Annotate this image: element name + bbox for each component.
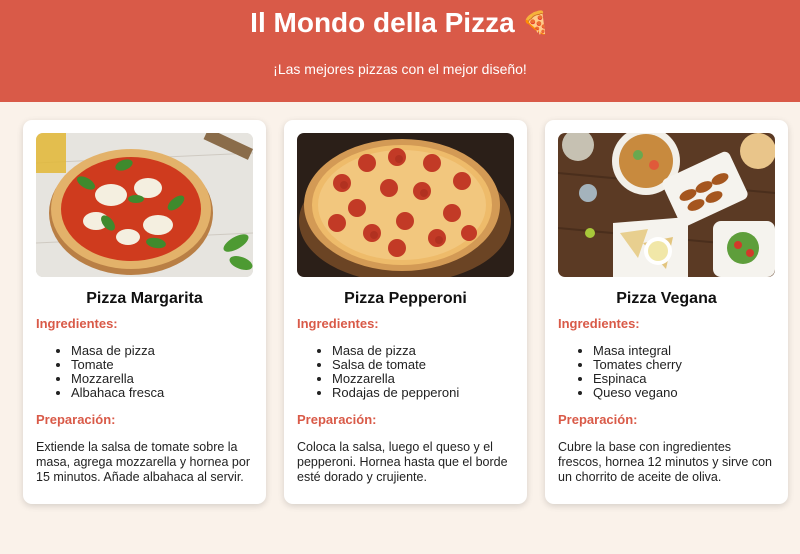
pizza-card: Pizza Pepperoni Ingredientes: Masa de pi… (284, 120, 527, 504)
page-subtitle: ¡Las mejores pizzas con el mejor diseño! (273, 61, 527, 77)
margherita-pizza-photo (36, 133, 253, 277)
ingredients-label: Ingredientes: (36, 316, 118, 331)
pizza-card: Pizza Margarita Ingredientes: Masa de pi… (23, 120, 266, 504)
page-header: Il Mondo della Pizza 🍕 ¡Las mejores pizz… (0, 0, 800, 102)
list-item: Masa de pizza (71, 344, 253, 358)
ingredients-list: Masa de pizza Tomate Mozzarella Albahaca… (36, 344, 253, 400)
preparation-label: Preparación: (36, 412, 116, 427)
ingredients-list: Masa integral Tomates cherry Espinaca Qu… (558, 344, 775, 400)
list-item: Masa integral (593, 344, 775, 358)
preparation-text: Coloca la salsa, luego el queso y el pep… (297, 440, 508, 484)
pizza-cards: Pizza Margarita Ingredientes: Masa de pi… (23, 120, 788, 504)
preparation-text: Cubre la base con ingredientes frescos, … (558, 440, 772, 484)
list-item: Tomate (71, 358, 253, 372)
list-item: Queso vegano (593, 386, 775, 400)
pizza-name: Pizza Margarita (86, 290, 203, 307)
list-item: Mozzarella (71, 372, 253, 386)
list-item: Masa de pizza (332, 344, 514, 358)
preparation-text: Extiende la salsa de tomate sobre la mas… (36, 440, 251, 484)
list-item: Albahaca fresca (71, 386, 253, 400)
pepperoni-pizza-photo (297, 133, 514, 277)
ingredients-label: Ingredientes: (558, 316, 640, 331)
list-item: Tomates cherry (593, 358, 775, 372)
vegan-food-table-photo (558, 133, 775, 277)
page-title: Il Mondo della Pizza 🍕 (0, 0, 800, 40)
preparation-label: Preparación: (558, 412, 638, 427)
pizza-name: Pizza Pepperoni (344, 290, 467, 307)
list-item: Salsa de tomate (332, 358, 514, 372)
title-text: Il Mondo della Pizza (250, 7, 515, 38)
pizza-name: Pizza Vegana (616, 290, 717, 307)
list-item: Mozzarella (332, 372, 514, 386)
pizza-card: Pizza Vegana Ingredientes: Masa integral… (545, 120, 788, 504)
preparation-label: Preparación: (297, 412, 377, 427)
ingredients-list: Masa de pizza Salsa de tomate Mozzarella… (297, 344, 514, 400)
list-item: Rodajas de pepperoni (332, 386, 514, 400)
list-item: Espinaca (593, 372, 775, 386)
ingredients-label: Ingredientes: (297, 316, 379, 331)
pizza-icon: 🍕 (522, 10, 550, 35)
